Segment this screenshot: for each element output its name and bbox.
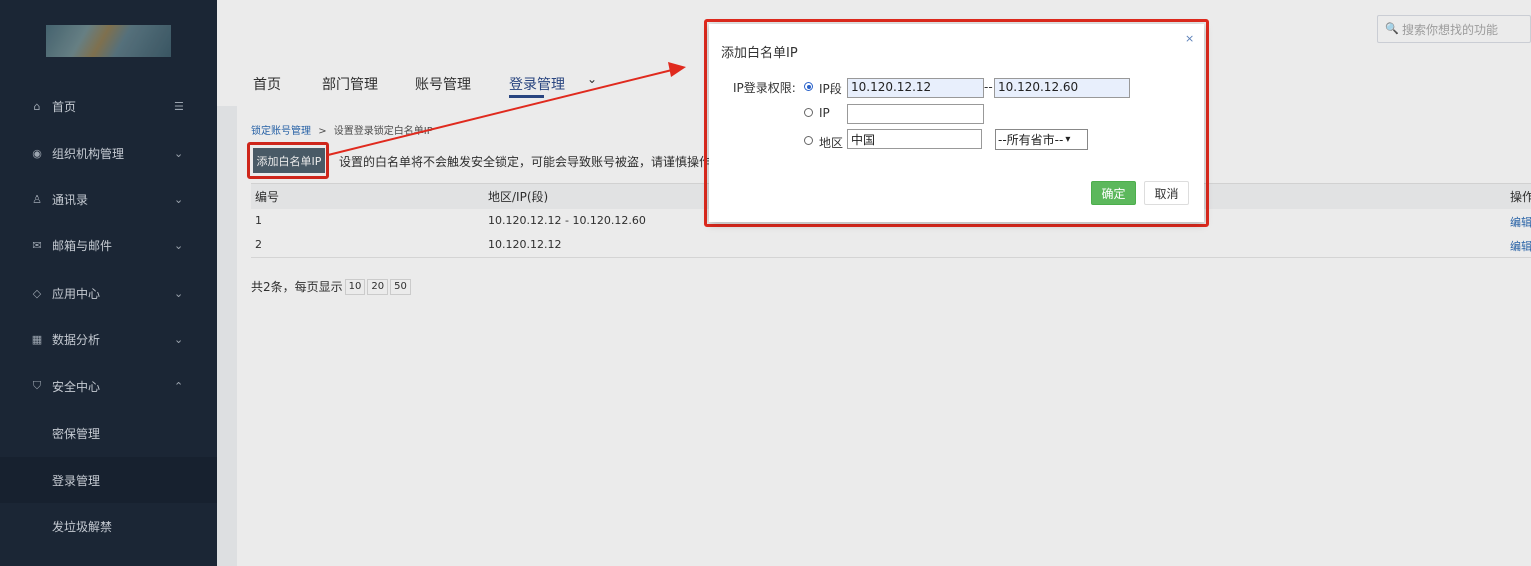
radio-single-ip-label: IP [819,106,830,120]
radio-ip-range-label: IP段 [819,82,842,96]
cancel-button[interactable]: 取消 [1144,181,1189,205]
confirm-button[interactable]: 确定 [1091,181,1136,205]
ip-permission-label: IP登录权限: [733,81,796,95]
province-select-value: --所有省市-- [998,133,1064,147]
province-select[interactable]: --所有省市-- ▾ [995,129,1088,150]
ip-range-end-input[interactable]: 10.120.12.60 [994,78,1130,98]
radio-region[interactable] [804,136,813,145]
radio-single-ip[interactable] [804,108,813,117]
ip-range-start-input[interactable]: 10.120.12.12 [847,78,984,98]
radio-region-label: 地区 [819,136,844,150]
dialog-title: 添加白名单IP [721,46,798,61]
add-whitelist-dialog: 添加白名单IP × IP登录权限: IP段 10.120.12.12 -- 10… [709,24,1204,222]
range-separator: -- [984,80,993,94]
single-ip-input[interactable] [847,104,984,124]
radio-ip-range[interactable] [804,82,813,91]
region-input[interactable]: 中国 [847,129,982,149]
close-icon[interactable]: × [1185,32,1194,45]
chevron-down-icon: ▾ [1065,134,1071,145]
